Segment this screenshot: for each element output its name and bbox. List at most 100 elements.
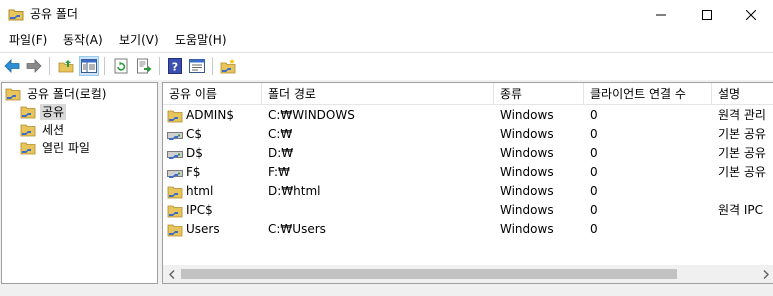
menu-bar: 파일(F) 동작(A) 보기(V) 도움말(H) [0,29,773,51]
description-cell: 기본 공유 [718,165,766,179]
column-header-description[interactable]: 설명 [712,83,773,105]
scroll-right-button[interactable] [757,265,773,283]
show-hide-tree-icon [81,59,97,73]
folder-path-cell: F:₩ [268,165,290,179]
drive-share-icon [167,169,183,178]
toolbar-separator [212,57,213,75]
scroll-left-button[interactable] [163,265,180,283]
minimize-button[interactable] [638,0,684,29]
client-connections-cell: 0 [590,127,598,141]
share-name-cell: IPC$ [167,201,213,220]
list-header: 공유 이름 폴더 경로 종류 클라이언트 연결 수 설명 [163,83,773,105]
chevron-left-icon [168,269,174,279]
column-header-client-connections[interactable]: 클라이언트 연결 수 [584,83,712,105]
column-header-folder-path[interactable]: 폴더 경로 [262,83,494,105]
tree-item-sessions[interactable]: 세션 [20,121,66,139]
close-button[interactable] [728,0,773,29]
type-cell: Windows [500,222,554,236]
export-list-icon [137,58,152,74]
tree-item-label: 공유 [40,104,67,120]
share-name: html [186,184,214,198]
share-name-cell: html [167,182,213,201]
refresh-button[interactable] [111,56,131,76]
tree-item-label: 열린 파일 [42,141,90,155]
menu-help[interactable]: 도움말(H) [175,32,227,48]
table-row[interactable]: C$ C:₩ Windows 0 기본 공유 [163,125,773,144]
description-cell: 기본 공유 [718,127,766,141]
table-row[interactable]: F$ F:₩ Windows 0 기본 공유 [163,163,773,182]
horizontal-scrollbar[interactable] [163,265,773,283]
menu-file[interactable]: 파일(F) [9,32,47,48]
share-name: D$ [186,146,203,160]
properties-icon [189,59,205,73]
tree-item-shares[interactable]: 공유 [20,103,67,121]
type-cell: Windows [500,108,554,122]
shared-folder-icon [8,9,24,21]
toolbar-separator [104,57,105,75]
admin-share-icon [167,110,183,122]
help-icon: ? [168,58,182,74]
new-share-icon [220,58,236,74]
minimize-icon [656,14,666,15]
up-folder-button[interactable] [56,56,76,76]
chevron-right-icon [763,269,769,279]
folder-share-icon [167,224,183,236]
share-name-cell: Users [167,220,220,239]
tree-item-label: 세션 [42,123,65,137]
folder-path-cell: D:₩html [268,184,321,198]
window-title: 공유 폴더 [30,7,78,21]
drive-share-icon [167,131,183,140]
back-button[interactable] [2,56,22,76]
maximize-button[interactable] [684,0,730,29]
share-name: IPC$ [186,203,213,217]
table-row[interactable]: IPC$ Windows 0 원격 IPC [163,201,773,220]
folder-path-cell: C:₩ [268,127,293,141]
toolbar-separator [49,57,50,75]
scroll-thumb[interactable] [181,269,677,279]
folder-share-icon [167,186,183,198]
client-connections-cell: 0 [590,165,598,179]
help-button[interactable]: ? [165,56,185,76]
table-row[interactable]: html D:₩html Windows 0 [163,182,773,201]
up-folder-icon [58,60,74,73]
share-name-cell: ADMIN$ [167,106,234,125]
close-icon [746,9,756,20]
type-cell: Windows [500,146,554,160]
properties-button[interactable] [187,56,207,76]
folder-path-cell: D:₩ [268,146,294,160]
share-name-cell: C$ [167,125,202,144]
tree-root-shared-folders[interactable]: 공유 폴더(로컬) [5,85,108,103]
menu-view[interactable]: 보기(V) [119,32,159,48]
column-header-type[interactable]: 종류 [494,83,584,105]
refresh-icon [114,58,128,74]
column-header-share-name[interactable]: 공유 이름 [163,83,262,105]
share-name-cell: F$ [167,163,201,182]
type-cell: Windows [500,184,554,198]
menu-action[interactable]: 동작(A) [63,32,103,48]
toolbar-separator [159,57,160,75]
new-share-button[interactable] [218,56,238,76]
tree-root-label: 공유 폴더(로컬) [27,87,107,101]
toolbar: ? [0,52,773,79]
shared-folder-icon [20,124,36,137]
client-connections-cell: 0 [590,108,598,122]
shared-folder-icon [20,142,36,155]
shared-folder-icon [20,106,36,119]
tree-item-open-files[interactable]: 열린 파일 [20,139,92,157]
description-cell: 원격 IPC [718,203,764,217]
forward-button[interactable] [24,56,44,76]
description-cell: 기본 공유 [718,146,766,160]
share-name: Users [186,222,220,236]
table-row[interactable]: ADMIN$ C:₩WINDOWS Windows 0 원격 관리 [163,106,773,125]
table-row[interactable]: D$ D:₩ Windows 0 기본 공유 [163,144,773,163]
client-connections-cell: 0 [590,146,598,160]
shared-folder-icon [5,88,21,101]
show-hide-tree-button[interactable] [79,56,99,76]
description-cell: 원격 관리 [718,108,766,122]
forward-icon [26,59,42,73]
share-name: F$ [186,165,201,179]
maximize-icon [702,9,712,20]
table-row[interactable]: Users C:₩Users Windows 0 [163,220,773,239]
export-list-button[interactable] [134,56,154,76]
console-tree: 공유 폴더(로컬) 공유 세션 열린 파일 [1,82,158,284]
